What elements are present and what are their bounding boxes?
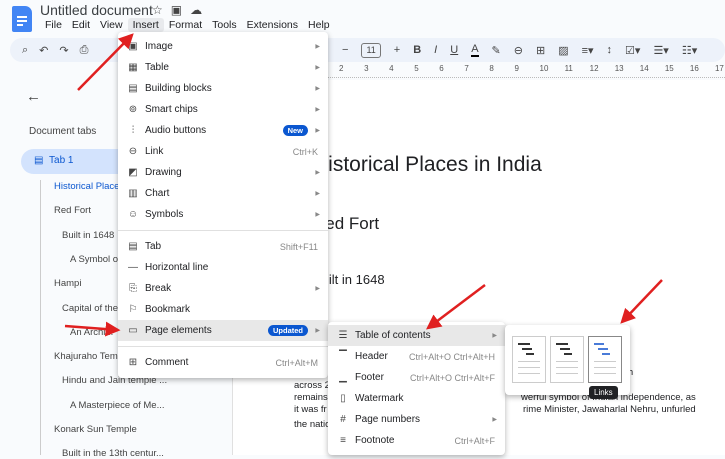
arrow-to-insert <box>77 33 134 91</box>
arrow-to-toc <box>426 284 486 330</box>
arrow-to-page-elements <box>64 321 121 337</box>
annotation-arrows <box>64 33 663 337</box>
arrow-to-links-style <box>620 279 663 324</box>
